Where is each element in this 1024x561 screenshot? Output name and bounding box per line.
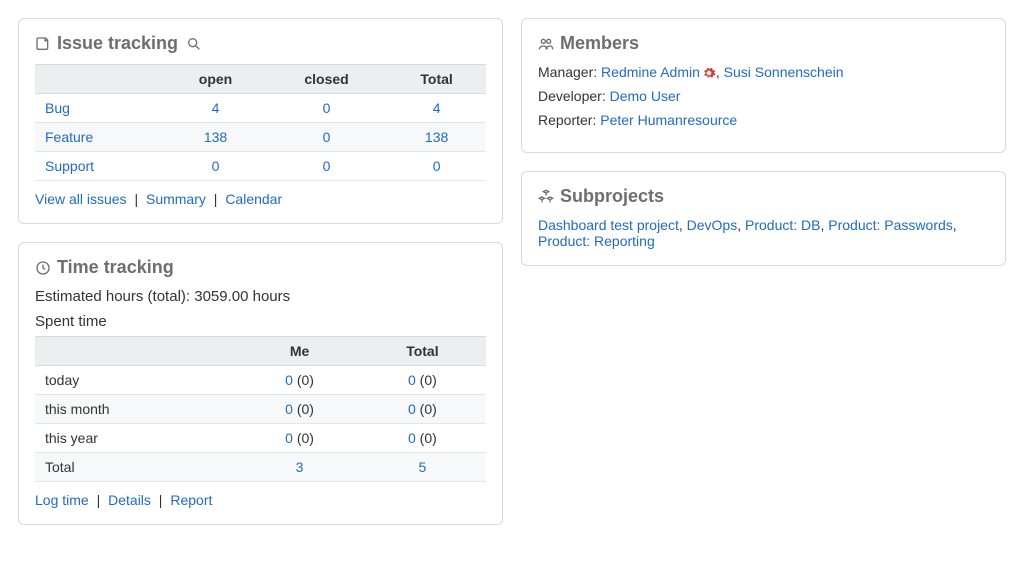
total-value[interactable]: 0 bbox=[408, 372, 416, 388]
tracker-link[interactable]: Support bbox=[45, 158, 94, 174]
period-label: today bbox=[35, 366, 240, 395]
member-link[interactable]: Redmine Admin bbox=[601, 64, 700, 80]
role-label: Developer: bbox=[538, 88, 606, 104]
comma: , bbox=[716, 64, 724, 80]
log-time-link[interactable]: Log time bbox=[35, 492, 89, 508]
view-all-issues-link[interactable]: View all issues bbox=[35, 191, 127, 207]
magnify-icon[interactable] bbox=[186, 36, 202, 52]
total-paren: (0) bbox=[420, 372, 437, 388]
issue-tracking-title-text: Issue tracking bbox=[57, 33, 178, 54]
clock-icon bbox=[35, 260, 51, 276]
table-row: Total 3 5 bbox=[35, 453, 486, 482]
admin-gear-icon bbox=[702, 66, 716, 80]
subprojects-title-text: Subprojects bbox=[560, 186, 664, 207]
report-link[interactable]: Report bbox=[170, 492, 212, 508]
cubes-icon bbox=[538, 189, 554, 205]
subproject-link[interactable]: DevOps bbox=[687, 217, 738, 233]
spent-time-label: Spent time bbox=[35, 313, 486, 330]
time-tracking-title: Time tracking bbox=[35, 257, 486, 278]
members-title-text: Members bbox=[560, 33, 639, 54]
total-count[interactable]: 0 bbox=[433, 158, 441, 174]
tracker-link[interactable]: Feature bbox=[45, 129, 93, 145]
tracker-link[interactable]: Bug bbox=[45, 100, 70, 116]
time-tracking-panel: Time tracking Estimated hours (total): 3… bbox=[18, 242, 503, 525]
members-title: Members bbox=[538, 33, 989, 54]
issue-tracking-table: open closed Total Bug 4 0 4 Feature 138 … bbox=[35, 64, 486, 181]
col-closed: closed bbox=[266, 65, 387, 94]
total-value[interactable]: 0 bbox=[408, 430, 416, 446]
col-empty bbox=[35, 337, 240, 366]
issue-links: View all issues | Summary | Calendar bbox=[35, 191, 486, 207]
subproject-link[interactable]: Product: Passwords bbox=[828, 217, 953, 233]
member-link[interactable]: Demo User bbox=[610, 88, 681, 104]
manager-line: Manager: Redmine Admin, Susi Sonnenschei… bbox=[538, 64, 989, 80]
col-empty bbox=[35, 65, 165, 94]
total-count[interactable]: 4 bbox=[433, 100, 441, 116]
subproject-link[interactable]: Product: DB bbox=[745, 217, 820, 233]
open-count[interactable]: 138 bbox=[204, 129, 227, 145]
col-total: Total bbox=[359, 337, 486, 366]
subprojects-title: Subprojects bbox=[538, 186, 989, 207]
developer-line: Developer: Demo User bbox=[538, 88, 989, 104]
members-panel: Members Manager: Redmine Admin, Susi Son… bbox=[521, 18, 1006, 153]
me-paren: (0) bbox=[297, 430, 314, 446]
role-label: Manager: bbox=[538, 64, 597, 80]
total-paren: (0) bbox=[420, 401, 437, 417]
estimated-hours: Estimated hours (total): 3059.00 hours bbox=[35, 288, 486, 305]
col-total: Total bbox=[387, 65, 486, 94]
users-icon bbox=[538, 36, 554, 52]
me-paren: (0) bbox=[297, 401, 314, 417]
issue-tracking-title: Issue tracking bbox=[35, 33, 486, 54]
open-count[interactable]: 0 bbox=[212, 158, 220, 174]
subprojects-panel: Subprojects Dashboard test project, DevO… bbox=[521, 171, 1006, 266]
issue-tracking-panel: Issue tracking open closed Total Bug 4 0… bbox=[18, 18, 503, 224]
table-row: Feature 138 0 138 bbox=[35, 123, 486, 152]
time-tracking-table: Me Total today 0 (0) 0 (0) this month 0 … bbox=[35, 336, 486, 482]
note-icon bbox=[35, 36, 51, 52]
table-row: Bug 4 0 4 bbox=[35, 94, 486, 123]
table-row: this year 0 (0) 0 (0) bbox=[35, 424, 486, 453]
subprojects-list: Dashboard test project, DevOps, Product:… bbox=[538, 217, 989, 249]
reporter-line: Reporter: Peter Humanresource bbox=[538, 112, 989, 128]
col-open: open bbox=[165, 65, 266, 94]
time-links: Log time | Details | Report bbox=[35, 492, 486, 508]
table-row: this month 0 (0) 0 (0) bbox=[35, 395, 486, 424]
time-tracking-title-text: Time tracking bbox=[57, 257, 174, 278]
col-me: Me bbox=[240, 337, 358, 366]
details-link[interactable]: Details bbox=[108, 492, 151, 508]
closed-count[interactable]: 0 bbox=[323, 129, 331, 145]
me-value[interactable]: 3 bbox=[296, 459, 304, 475]
total-count[interactable]: 138 bbox=[425, 129, 448, 145]
me-paren: (0) bbox=[297, 372, 314, 388]
closed-count[interactable]: 0 bbox=[323, 158, 331, 174]
total-paren: (0) bbox=[420, 430, 437, 446]
me-value[interactable]: 0 bbox=[285, 372, 293, 388]
table-row: today 0 (0) 0 (0) bbox=[35, 366, 486, 395]
summary-link[interactable]: Summary bbox=[146, 191, 206, 207]
period-label: this year bbox=[35, 424, 240, 453]
me-value[interactable]: 0 bbox=[285, 401, 293, 417]
total-value[interactable]: 5 bbox=[418, 459, 426, 475]
member-link[interactable]: Peter Humanresource bbox=[600, 112, 737, 128]
total-value[interactable]: 0 bbox=[408, 401, 416, 417]
period-label: this month bbox=[35, 395, 240, 424]
subproject-link[interactable]: Dashboard test project bbox=[538, 217, 679, 233]
period-label: Total bbox=[35, 453, 240, 482]
calendar-link[interactable]: Calendar bbox=[225, 191, 282, 207]
me-value[interactable]: 0 bbox=[285, 430, 293, 446]
subproject-link[interactable]: Product: Reporting bbox=[538, 233, 655, 249]
open-count[interactable]: 4 bbox=[212, 100, 220, 116]
closed-count[interactable]: 0 bbox=[323, 100, 331, 116]
member-link[interactable]: Susi Sonnenschein bbox=[724, 64, 844, 80]
role-label: Reporter: bbox=[538, 112, 596, 128]
table-row: Support 0 0 0 bbox=[35, 152, 486, 181]
